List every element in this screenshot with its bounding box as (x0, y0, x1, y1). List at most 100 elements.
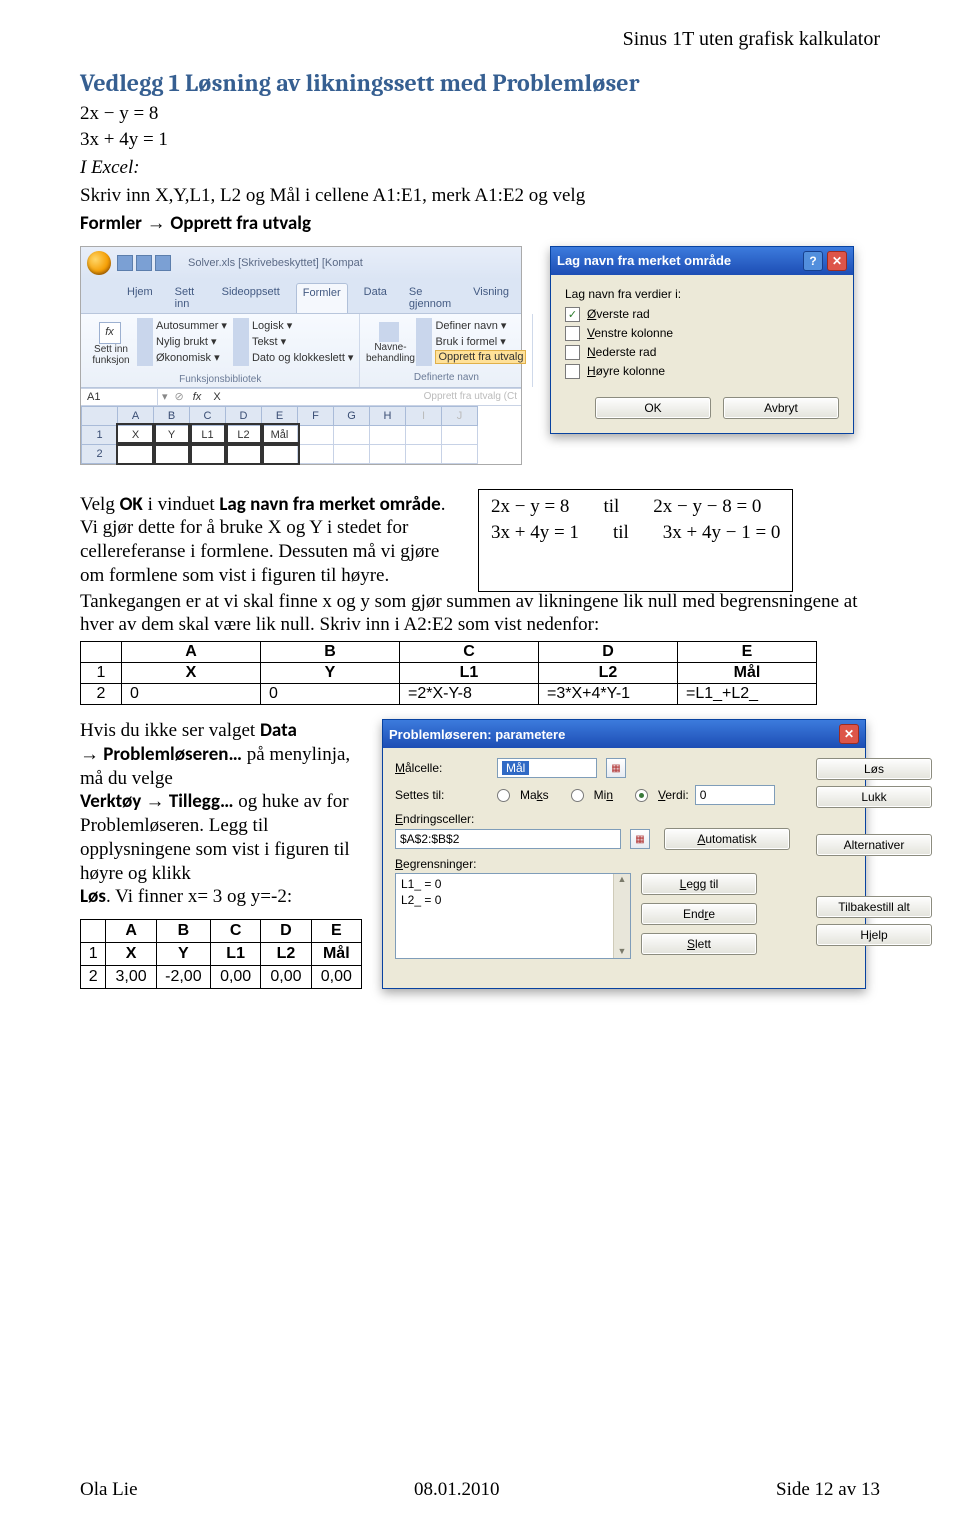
changing-cells-input[interactable]: $A$2:$B$2 (395, 829, 621, 849)
use-in-formula[interactable]: Bruk i formel ▾ (416, 334, 526, 350)
cell[interactable] (442, 425, 478, 444)
fn-recent[interactable]: Nylig brukt ▾ (137, 334, 227, 350)
radio-value[interactable] (635, 789, 648, 802)
dialog-titlebar[interactable]: Lag navn fra merket område ? ✕ (551, 247, 853, 275)
constraint-item[interactable]: L2_ = 0 (401, 893, 625, 909)
name-box[interactable]: A1 (81, 389, 158, 405)
radio-min[interactable] (571, 789, 584, 802)
corner-cell[interactable] (82, 406, 118, 425)
cell[interactable]: L1 (190, 425, 226, 444)
cell[interactable] (442, 444, 478, 463)
create-from-selection[interactable]: Opprett fra utvalg (416, 350, 526, 366)
col-header[interactable]: F (298, 406, 334, 425)
define-name[interactable]: Definer navn ▾ (416, 318, 526, 334)
fn-text[interactable]: Tekst ▾ (233, 334, 354, 350)
cell[interactable] (154, 444, 190, 463)
cell[interactable]: Mål (262, 425, 298, 444)
help-button[interactable]: Hjelp (816, 924, 932, 946)
checkbox-left-col[interactable]: Venstre kolonne (565, 326, 839, 341)
formula-table: A B C D E 1 X Y L1 L2 Mål 2 0 0 =2*X-Y-8… (80, 641, 817, 705)
close-icon[interactable]: ✕ (839, 724, 859, 744)
close-button[interactable]: Lukk (816, 786, 932, 808)
name-box-dropdown-icon[interactable]: ▾ (158, 390, 172, 403)
scrollbar[interactable]: ▲ ▼ (613, 874, 630, 958)
col-header: C (400, 642, 539, 663)
tab-data[interactable]: Data (358, 283, 393, 313)
cell[interactable]: L2 (226, 425, 262, 444)
col-header[interactable]: H (370, 406, 406, 425)
cell[interactable] (262, 444, 298, 463)
eq-til: til (613, 520, 629, 547)
edit-constraint-button[interactable]: Endre (641, 903, 757, 925)
insert-function-button[interactable]: fx Sett inn funksjon (87, 318, 135, 370)
checkbox-bottom-row[interactable]: Nederste rad (565, 345, 839, 360)
fx-label-icon[interactable]: fx (187, 391, 208, 403)
qat-save-icon[interactable] (117, 255, 133, 271)
col-header[interactable]: A (118, 406, 154, 425)
ok-button[interactable]: OK (595, 397, 711, 419)
range-picker-icon[interactable]: ▦ (606, 758, 626, 778)
row-header[interactable]: 2 (82, 444, 118, 463)
solve-button[interactable]: Løs (816, 758, 932, 780)
target-cell-input[interactable]: Mål (497, 758, 597, 778)
eq-right: 3x + 4y − 1 = 0 (663, 520, 781, 547)
cell[interactable] (118, 444, 154, 463)
range-picker-icon[interactable]: ▦ (630, 829, 650, 849)
close-icon[interactable]: ✕ (827, 251, 847, 271)
value-input[interactable]: 0 (695, 785, 775, 805)
constraints-list[interactable]: L1_ = 0 L2_ = 0 ▲ ▼ (395, 873, 631, 959)
constraint-item[interactable]: L1_ = 0 (401, 877, 625, 893)
fn-autosum[interactable]: Autosummer ▾ (137, 318, 227, 334)
checkbox-top-row[interactable]: ✓ Øverste rad (565, 307, 839, 322)
row-header[interactable]: 1 (82, 425, 118, 444)
name-manager-button[interactable]: Navne-behandling (366, 318, 414, 368)
cell[interactable] (226, 444, 262, 463)
fn-logical[interactable]: Logisk ▾ (233, 318, 354, 334)
tab-sideoppsett[interactable]: Sideoppsett (216, 283, 286, 313)
tab-sett-inn[interactable]: Sett inn (169, 283, 206, 313)
formula-value[interactable]: X (207, 389, 226, 405)
col-header[interactable]: E (262, 406, 298, 425)
scroll-down-icon[interactable]: ▼ (618, 946, 627, 958)
cell[interactable] (370, 425, 406, 444)
cell[interactable]: Y (154, 425, 190, 444)
cell[interactable] (298, 444, 334, 463)
col-header[interactable]: D (226, 406, 262, 425)
delete-constraint-button[interactable]: Slett (641, 933, 757, 955)
cell[interactable]: X (118, 425, 154, 444)
excel-title: Solver.xls [Skrivebeskyttet] [Kompat (188, 257, 363, 269)
cancel-button[interactable]: Avbryt (723, 397, 839, 419)
col-header[interactable]: G (334, 406, 370, 425)
options-button[interactable]: Alternativer (816, 834, 932, 856)
fn-datetime[interactable]: Dato og klokkeslett ▾ (233, 350, 354, 366)
tab-se-gjennom[interactable]: Se gjennom (403, 283, 457, 313)
qat-undo-icon[interactable] (136, 255, 152, 271)
cell[interactable] (334, 444, 370, 463)
solver-titlebar[interactable]: Problemløseren: parametere ✕ (383, 720, 865, 748)
office-button-icon[interactable] (87, 251, 111, 275)
tab-hjem[interactable]: Hjem (121, 283, 159, 313)
spreadsheet-grid[interactable]: A B C D E F G H I J 1 X Y (81, 406, 521, 464)
help-icon[interactable]: ? (803, 251, 823, 271)
cell[interactable] (406, 425, 442, 444)
cell[interactable] (370, 444, 406, 463)
cell[interactable] (298, 425, 334, 444)
qat-redo-icon[interactable] (155, 255, 171, 271)
cell[interactable] (406, 444, 442, 463)
col-header[interactable]: B (154, 406, 190, 425)
cell[interactable] (334, 425, 370, 444)
tab-formler[interactable]: Formler (296, 283, 348, 313)
checkbox-right-col[interactable]: Høyre kolonne (565, 364, 839, 379)
use-formula-icon (416, 334, 432, 350)
col-header[interactable]: C (190, 406, 226, 425)
fn-financial[interactable]: Økonomisk ▾ (137, 350, 227, 366)
cell[interactable] (190, 444, 226, 463)
col-header[interactable]: J (442, 406, 478, 425)
add-constraint-button[interactable]: Legg til (641, 873, 757, 895)
auto-button[interactable]: Automatisk (664, 828, 790, 850)
reset-all-button[interactable]: Tilbakestill alt (816, 896, 932, 918)
col-header[interactable]: I (406, 406, 442, 425)
scroll-up-icon[interactable]: ▲ (618, 874, 627, 886)
tab-visning[interactable]: Visning (467, 283, 515, 313)
radio-max[interactable] (497, 789, 510, 802)
